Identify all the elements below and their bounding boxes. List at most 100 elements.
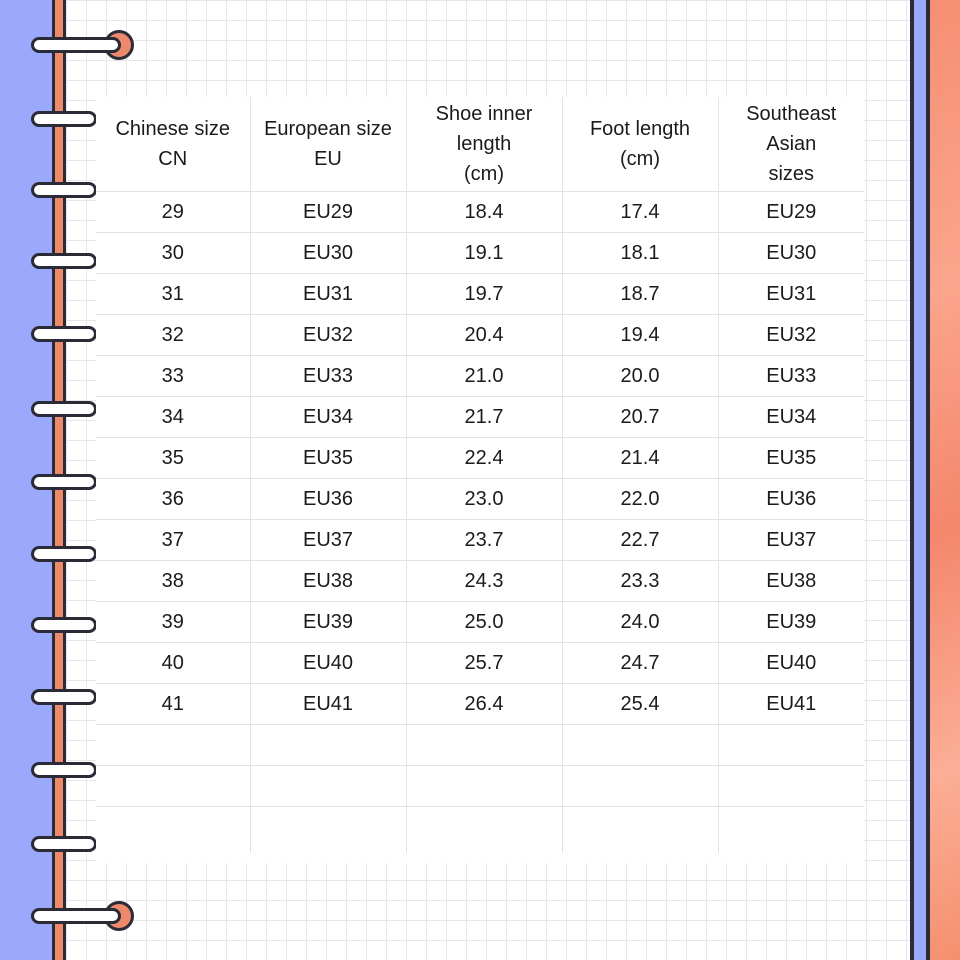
size-chart-card: Chinese size CN European size EU Shoe in…: [96, 97, 864, 863]
cell-chinese-size: 29: [96, 191, 250, 233]
empty-table-row: [96, 765, 864, 807]
cell-chinese-size: 31: [96, 273, 250, 315]
cell-european-size: EU37: [249, 519, 406, 561]
empty-cell: [249, 724, 406, 766]
binder-ring-icon: [31, 182, 97, 198]
cell-foot-length: 19.4: [561, 314, 718, 356]
cell-european-size: EU29: [249, 191, 406, 233]
empty-cell: [96, 724, 250, 766]
cell-chinese-size: 41: [96, 683, 250, 725]
empty-cell: [561, 765, 718, 807]
table-row: 30 EU30 19.1 18.1 EU30: [96, 232, 864, 274]
cell-foot-length: 20.0: [561, 355, 718, 397]
header-southeast-asian-sizes: Southeast Asian sizes: [717, 97, 864, 192]
empty-cell: [717, 765, 864, 807]
cell-southeast-asian-size: EU41: [717, 683, 864, 725]
table-row: 40 EU40 25.7 24.7 EU40: [96, 642, 864, 684]
table-row: 41 EU41 26.4 25.4 EU41: [96, 683, 864, 725]
cell-shoe-inner-length: 20.4: [405, 314, 562, 356]
cell-foot-length: 18.1: [561, 232, 718, 274]
cell-chinese-size: 36: [96, 478, 250, 520]
header-line: CN: [158, 148, 188, 170]
cell-chinese-size: 38: [96, 560, 250, 602]
table-row: 39 EU39 25.0 24.0 EU39: [96, 601, 864, 643]
cell-chinese-size: 30: [96, 232, 250, 274]
cell-shoe-inner-length: 19.1: [405, 232, 562, 274]
cell-southeast-asian-size: EU40: [717, 642, 864, 684]
cell-chinese-size: 33: [96, 355, 250, 397]
header-line: Chinese size: [115, 118, 230, 140]
binder-ring-icon: [31, 111, 97, 127]
header-line: (cm): [464, 163, 504, 185]
table-row: 31 EU31 19.7 18.7 EU31: [96, 273, 864, 315]
binder-ring-icon: [31, 762, 97, 778]
binder-ring-icon: [31, 617, 97, 633]
cell-foot-length: 17.4: [561, 191, 718, 233]
empty-cell: [561, 806, 718, 853]
cell-european-size: EU41: [249, 683, 406, 725]
cell-southeast-asian-size: EU39: [717, 601, 864, 643]
table-row: 32 EU32 20.4 19.4 EU32: [96, 314, 864, 356]
table-body: 29 EU29 18.4 17.4 EU29 30 EU30 19.1 18.1 EU30 31 EU…: [96, 191, 864, 853]
cell-southeast-asian-size: EU38: [717, 560, 864, 602]
header-line: Southeast: [746, 103, 837, 125]
cell-chinese-size: 40: [96, 642, 250, 684]
cell-southeast-asian-size: EU36: [717, 478, 864, 520]
cell-european-size: EU36: [249, 478, 406, 520]
cell-foot-length: 25.4: [561, 683, 718, 725]
cell-foot-length: 20.7: [561, 396, 718, 438]
binder-ring-icon: [31, 546, 97, 562]
header-line: sizes: [768, 163, 815, 185]
header-foot-length: Foot length (cm): [561, 97, 718, 192]
notebook-edge-stripe: [914, 0, 926, 960]
header-line: Foot length: [589, 118, 691, 140]
cell-southeast-asian-size: EU30: [717, 232, 864, 274]
cell-shoe-inner-length: 26.4: [405, 683, 562, 725]
binder-ring-icon: [31, 326, 97, 342]
cell-shoe-inner-length: 22.4: [405, 437, 562, 479]
cell-foot-length: 22.0: [561, 478, 718, 520]
cell-chinese-size: 39: [96, 601, 250, 643]
empty-table-row: [96, 724, 864, 766]
cell-shoe-inner-length: 25.7: [405, 642, 562, 684]
binder-ring-icon: [31, 401, 97, 417]
table-row: 29 EU29 18.4 17.4 EU29: [96, 191, 864, 233]
header-line: European size: [264, 118, 392, 140]
table-row: 37 EU37 23.7 22.7 EU37: [96, 519, 864, 561]
empty-cell: [405, 724, 562, 766]
table-row: 35 EU35 22.4 21.4 EU35: [96, 437, 864, 479]
cell-southeast-asian-size: EU29: [717, 191, 864, 233]
binder-ring-icon: [31, 908, 121, 924]
cell-shoe-inner-length: 18.4: [405, 191, 562, 233]
header-chinese-size: Chinese size CN: [96, 97, 250, 192]
cell-european-size: EU35: [249, 437, 406, 479]
binder-ring-icon: [31, 474, 97, 490]
cell-european-size: EU39: [249, 601, 406, 643]
empty-cell: [249, 806, 406, 853]
cell-southeast-asian-size: EU35: [717, 437, 864, 479]
empty-cell: [249, 765, 406, 807]
header-line: (cm): [620, 148, 660, 170]
empty-cell: [405, 806, 562, 853]
binder-ring-icon: [31, 37, 121, 53]
header-european-size: European size EU: [249, 97, 406, 192]
empty-table-row: [96, 806, 864, 853]
header-line: length: [456, 133, 512, 155]
cell-chinese-size: 37: [96, 519, 250, 561]
cell-foot-length: 21.4: [561, 437, 718, 479]
header-line: Asian: [766, 133, 817, 155]
cell-european-size: EU33: [249, 355, 406, 397]
notebook-right-band: [930, 0, 960, 960]
empty-cell: [561, 724, 718, 766]
cell-southeast-asian-size: EU31: [717, 273, 864, 315]
cell-southeast-asian-size: EU37: [717, 519, 864, 561]
cell-shoe-inner-length: 19.7: [405, 273, 562, 315]
binder-ring-icon: [31, 836, 97, 852]
cell-foot-length: 24.7: [561, 642, 718, 684]
cell-foot-length: 18.7: [561, 273, 718, 315]
cell-european-size: EU38: [249, 560, 406, 602]
binder-ring-icon: [31, 689, 97, 705]
cell-european-size: EU30: [249, 232, 406, 274]
cell-southeast-asian-size: EU34: [717, 396, 864, 438]
cell-foot-length: 23.3: [561, 560, 718, 602]
